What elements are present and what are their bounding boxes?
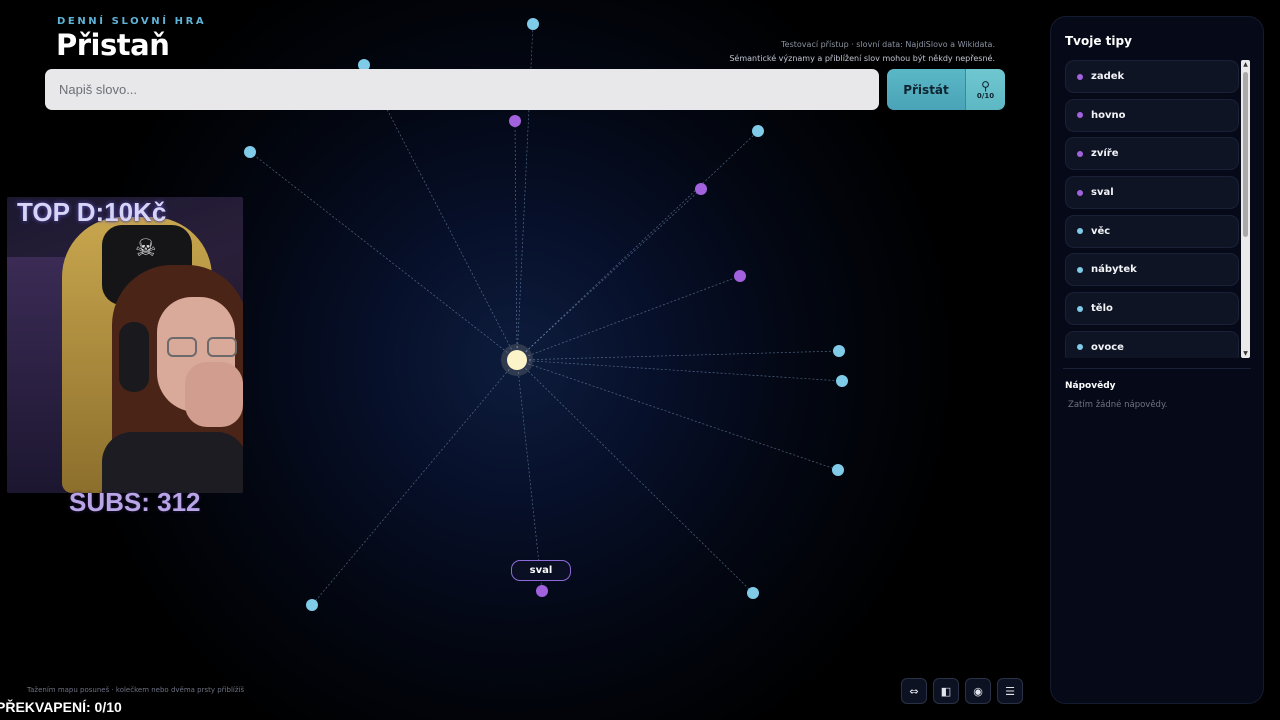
scrollbar-thumb[interactable] <box>1243 72 1248 237</box>
map-edge <box>516 359 843 382</box>
guess-item[interactable]: sval <box>1065 176 1239 210</box>
hand <box>185 362 243 427</box>
arrows-horizontal-icon: ⇔ <box>909 684 919 698</box>
scroll-down-icon[interactable]: ▼ <box>1241 350 1250 357</box>
map-edge <box>516 130 759 361</box>
webcam-overlay: ☠ <box>7 197 243 493</box>
map-word-node[interactable] <box>244 146 256 158</box>
map-word-node[interactable] <box>836 375 848 387</box>
guess-word: nábytek <box>1091 264 1137 276</box>
guess-item[interactable]: ovoce <box>1065 330 1239 358</box>
map-word-node[interactable] <box>695 183 707 195</box>
torso <box>102 432 243 493</box>
map-word-node[interactable] <box>747 587 759 599</box>
guess-item[interactable]: hovno <box>1065 98 1239 132</box>
panel-title: Tvoje tipy <box>1065 34 1132 48</box>
overlay-surprise-counter: PŘEKVAPENÍ: 0/10 <box>0 699 122 715</box>
map-word-node[interactable] <box>536 585 548 597</box>
lightbulb-icon: ⚲ <box>981 78 990 93</box>
guess-word: věc <box>1091 225 1111 237</box>
map-word-node[interactable] <box>527 18 539 30</box>
guess-list[interactable]: zadek hovno zvíře sval věc nábytek tělo … <box>1065 60 1239 358</box>
guess-dot-icon <box>1077 73 1083 80</box>
hint-counter: 0/10 <box>976 91 995 100</box>
map-edge <box>514 120 518 361</box>
chat-icon: ☰ <box>1005 684 1015 698</box>
notice-line-2: Sémantické významy a přiblížení slov moh… <box>729 54 995 63</box>
skull-logo-icon: ☠ <box>135 234 157 262</box>
headset <box>119 322 149 392</box>
guess-word: zvíře <box>1091 148 1119 160</box>
panel-divider <box>1063 368 1251 369</box>
guess-item[interactable]: věc <box>1065 214 1239 248</box>
map-word-node[interactable] <box>734 270 746 282</box>
map-word-node[interactable] <box>509 115 521 127</box>
map-edge <box>311 359 518 606</box>
map-word-node[interactable] <box>832 464 844 476</box>
map-word-node[interactable] <box>306 599 318 611</box>
guess-list-scrollbar[interactable]: ▲ ▼ <box>1241 60 1250 358</box>
word-input[interactable] <box>45 69 879 110</box>
map-edge <box>516 359 543 592</box>
glasses-left <box>167 337 197 357</box>
overlay-top-donation: TOP D:10Kč <box>17 197 167 227</box>
guess-item[interactable]: zvíře <box>1065 137 1239 171</box>
target-center-node[interactable] <box>507 350 527 370</box>
map-controls-hint: Tažením mapu posuneš · kolečkem nebo dvě… <box>27 686 245 694</box>
guess-dot-icon <box>1077 228 1083 235</box>
chat-button[interactable]: ☰ <box>997 678 1023 704</box>
guess-word: hovno <box>1091 109 1126 121</box>
data-notice: Testovací přístup · slovní data: NajdiSl… <box>729 38 995 66</box>
map-word-node[interactable] <box>752 125 764 137</box>
guess-word: zadek <box>1091 71 1125 82</box>
scroll-up-icon[interactable]: ▲ <box>1241 61 1250 68</box>
selected-node-label[interactable]: sval <box>511 560 571 581</box>
shelf <box>7 257 67 493</box>
hints-title: Nápovědy <box>1065 381 1116 391</box>
eye-icon: ◉ <box>973 684 983 698</box>
map-word-node[interactable] <box>833 345 845 357</box>
game-subtitle: DENNÍ SLOVNÍ HRA <box>57 16 207 27</box>
map-edge <box>249 151 518 361</box>
guess-dot-icon <box>1077 189 1083 196</box>
guess-dot-icon <box>1077 266 1083 273</box>
glasses-right <box>207 337 237 357</box>
map-edge <box>516 359 839 471</box>
map-edge <box>516 275 741 361</box>
page-title: Přistaň <box>56 28 170 62</box>
guesses-panel: Tvoje tipy zadek hovno zvíře sval věc ná… <box>1050 16 1264 704</box>
guess-dot-icon <box>1077 344 1083 351</box>
visibility-button[interactable]: ◉ <box>965 678 991 704</box>
hint-button[interactable]: ⚲ 0/10 <box>965 69 1005 110</box>
map-edge <box>516 350 840 361</box>
toggle-panel-button[interactable]: ◧ <box>933 678 959 704</box>
guess-word: tělo <box>1091 303 1113 315</box>
sidebar-layout-icon: ◧ <box>940 684 952 698</box>
guess-item[interactable]: zadek <box>1065 60 1239 93</box>
recenter-button[interactable]: ⇔ <box>901 678 927 704</box>
hints-empty-text: Zatím žádné nápovědy. <box>1068 400 1168 410</box>
map-edge <box>516 359 754 594</box>
guess-dot-icon <box>1077 150 1083 157</box>
overlay-subs-count: SUBS: 312 <box>69 487 201 517</box>
guess-dot-icon <box>1077 305 1083 312</box>
guess-item[interactable]: nábytek <box>1065 253 1239 287</box>
map-edge <box>516 188 702 361</box>
notice-line-1: Testovací přístup · slovní data: NajdiSl… <box>781 40 995 49</box>
guess-item[interactable]: tělo <box>1065 292 1239 326</box>
guess-word: ovoce <box>1091 341 1124 353</box>
land-button[interactable]: Přistát <box>887 69 965 110</box>
guess-word: sval <box>1091 187 1114 199</box>
guess-dot-icon <box>1077 112 1083 119</box>
